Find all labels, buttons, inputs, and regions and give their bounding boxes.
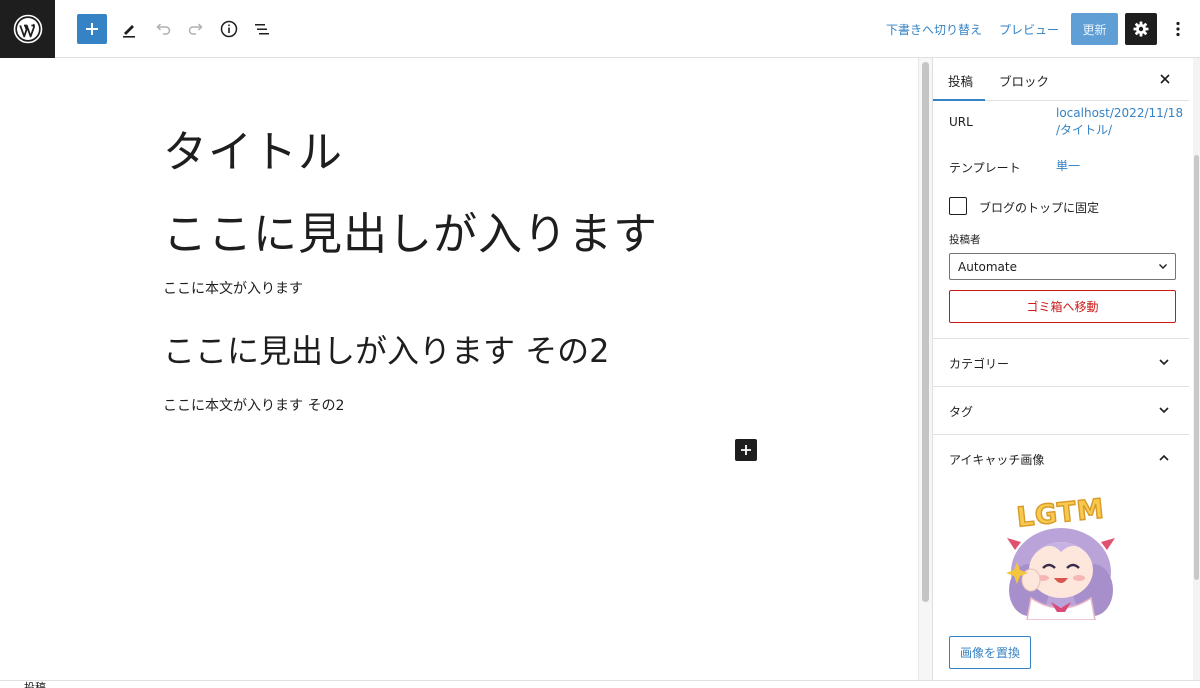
author-value: Automate: [958, 260, 1017, 274]
paragraph-block[interactable]: ここに本文が入ります: [163, 278, 303, 298]
url-link[interactable]: localhost/2022/11/18 /タイトル/: [1056, 105, 1183, 139]
wordpress-logo-icon[interactable]: [0, 0, 55, 58]
update-button[interactable]: 更新: [1071, 13, 1118, 45]
list-view-icon: [255, 24, 269, 35]
switch-to-draft-button[interactable]: 下書きへ切り替え: [886, 21, 982, 38]
plus-icon: [741, 445, 751, 455]
move-to-trash-button[interactable]: ゴミ箱へ移動: [949, 290, 1176, 323]
redo-button[interactable]: [181, 14, 211, 44]
tags-title: タグ: [949, 405, 974, 419]
close-icon: [1160, 74, 1170, 84]
gear-icon: [1133, 21, 1149, 37]
editor-canvas: タイトル ここに見出しが入ります ここに本文が入ります ここに見出しが入ります …: [0, 58, 918, 680]
edit-tool-button[interactable]: [114, 14, 144, 44]
info-icon: [220, 20, 238, 38]
categories-title: カテゴリー: [949, 357, 1010, 371]
undo-icon: [156, 23, 171, 35]
author-label: 投稿者: [949, 234, 981, 246]
featured-image[interactable]: LGTM: [999, 490, 1123, 621]
undo-button[interactable]: [148, 14, 178, 44]
close-sidebar-button[interactable]: [1155, 69, 1175, 89]
sidebar-scrollbar-thumb[interactable]: [1194, 155, 1199, 580]
featured-image-panel[interactable]: アイキャッチ画像: [933, 434, 1189, 482]
add-block-button[interactable]: [735, 439, 757, 461]
pencil-icon: [123, 25, 135, 38]
chevron-down-icon: [1159, 407, 1169, 414]
list-view-button[interactable]: [247, 14, 277, 44]
categories-panel[interactable]: カテゴリー: [933, 338, 1189, 386]
active-tab-indicator: [933, 99, 985, 101]
post-title[interactable]: タイトル: [163, 116, 343, 180]
more-vertical-icon: [1176, 21, 1180, 37]
tab-block[interactable]: ブロック: [999, 71, 1049, 90]
url-line-2: /タイトル/: [1056, 123, 1113, 137]
breadcrumb[interactable]: 投稿: [24, 682, 46, 688]
options-menu-button[interactable]: [1168, 14, 1188, 44]
heading-block-2[interactable]: ここに見出しが入ります その2: [163, 326, 610, 372]
editor-header: 下書きへ切り替え プレビュー 更新: [0, 0, 1200, 58]
author-select[interactable]: Automate: [949, 253, 1176, 280]
template-link[interactable]: 単一: [1056, 158, 1080, 175]
editor-scrollbar-thumb[interactable]: [922, 62, 929, 602]
paragraph-block-2[interactable]: ここに本文が入ります その2: [163, 395, 344, 415]
redo-icon: [188, 23, 203, 35]
chevron-down-icon: [1159, 264, 1167, 269]
editor-footer: 投稿: [0, 680, 1200, 688]
url-label: URL: [949, 115, 973, 129]
tags-panel[interactable]: タグ: [933, 386, 1189, 434]
url-line-1: localhost/2022/11/18: [1056, 106, 1184, 120]
heading-block[interactable]: ここに見出しが入ります: [163, 198, 658, 262]
preview-button[interactable]: プレビュー: [999, 21, 1059, 38]
template-label: テンプレート: [949, 161, 1021, 175]
settings-button[interactable]: [1125, 13, 1157, 45]
details-button[interactable]: [214, 14, 244, 44]
chevron-up-icon: [1159, 454, 1169, 461]
sticky-checkbox[interactable]: [949, 197, 967, 215]
block-inserter-button[interactable]: [77, 14, 107, 44]
sticky-label[interactable]: ブログのトップに固定: [979, 199, 1099, 216]
tab-post[interactable]: 投稿: [948, 71, 973, 90]
lgtm-text: LGTM: [1015, 493, 1106, 533]
lgtm-illustration: LGTM: [1006, 493, 1115, 621]
settings-sidebar: 投稿 ブロック URL localhost/2022/11/18 /タイトル/ …: [932, 58, 1200, 680]
featured-image-title: アイキャッチ画像: [949, 453, 1045, 467]
sidebar-tabs: 投稿 ブロック: [933, 58, 1189, 101]
replace-image-button[interactable]: 画像を置換: [949, 636, 1031, 669]
plus-icon: [86, 23, 98, 35]
chevron-down-icon: [1159, 359, 1169, 366]
